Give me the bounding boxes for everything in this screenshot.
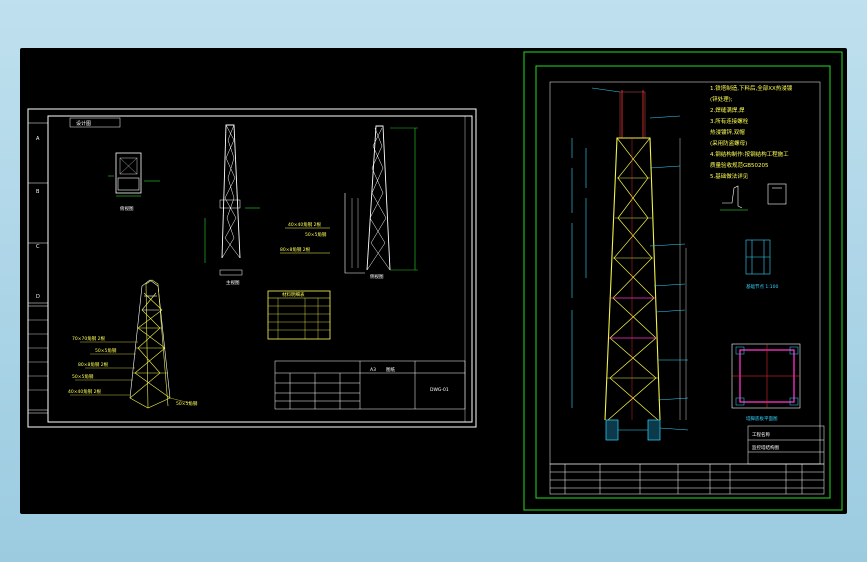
svg-text:B: B: [36, 189, 40, 195]
right-drawing-name: 监控塔结构图: [752, 444, 779, 451]
right-title-block: 工程名称 监控塔结构图: [549, 425, 825, 495]
callout-3d-5: 40×40角钢 2根: [68, 388, 102, 395]
materials-table: 材料明细表: [267, 290, 331, 340]
note-8: 质量验收规范GB50205: [710, 161, 769, 169]
side-view: 侧视图: [344, 125, 418, 280]
title-block-a: A3: [370, 367, 376, 373]
note-6: (采用防盗螺母): [710, 139, 747, 147]
note-3: 2.焊缝满焊,焊: [710, 106, 745, 114]
right-sheet: 1.铁塔制造,下料后,全部XX热浸镀 (锌处理); 2.焊缝满焊,焊 3.所有连…: [523, 51, 843, 511]
svg-text:D: D: [36, 294, 40, 300]
section-label: 基础节点 1:100: [746, 283, 779, 290]
revision-column: [27, 305, 49, 411]
callout-3d-6: 50×5角钢: [176, 400, 198, 407]
plan-label: 塔脚底板平面图: [746, 415, 778, 422]
callout-3d-1: 70×70角钢 2根: [72, 335, 106, 342]
cad-model-space[interactable]: A B C D 设计图 俯视图 主视图 侧视图 40×40角钢 2根 50×5角…: [20, 48, 847, 514]
top-view: 俯视图: [108, 152, 160, 212]
sheet-title-tag: 设计图: [76, 120, 91, 127]
callout-side-3: 80×8角钢 2根: [280, 246, 311, 253]
vertical-annotations: [571, 138, 587, 408]
front-view: 主视图: [204, 124, 260, 286]
note-2: (锌处理);: [710, 95, 733, 103]
callout-3d-2: 50×5角钢: [95, 347, 117, 354]
left-sheet: A B C D 设计图 俯视图 主视图 侧视图 40×40角钢 2根 50×5角…: [27, 108, 477, 428]
note-5: 热浸镀锌,双帽: [710, 128, 745, 136]
left-title-block: A3 图纸 DWG-01: [274, 360, 466, 410]
base-plate-plan: 塔脚底板平面图: [731, 343, 801, 422]
detail-plate: 基础节点 1:100: [720, 183, 787, 290]
svg-text:C: C: [36, 244, 40, 250]
tower-3d-view: [70, 279, 191, 409]
side-view-label: 侧视图: [370, 273, 384, 280]
materials-table-header: 材料明细表: [282, 291, 305, 298]
top-view-label: 俯视图: [120, 205, 134, 212]
front-view-label: 主视图: [226, 279, 240, 286]
title-block-b: 图纸: [386, 366, 395, 373]
tower-elevation: [604, 90, 687, 441]
general-notes: 1.铁塔制造,下料后,全部XX热浸镀 (锌处理); 2.焊缝满焊,焊 3.所有连…: [710, 84, 793, 180]
cad-drawing: A B C D 设计图 俯视图 主视图 侧视图 40×40角钢 2根 50×5角…: [27, 51, 843, 511]
title-block-drawing-no: DWG-01: [430, 387, 449, 393]
callout-3d-4: 50×5角钢: [72, 373, 94, 380]
callout-side-1: 40×40角钢 2根: [288, 221, 322, 228]
side-callouts: 40×40角钢 2根 50×5角钢 80×8角钢 2根: [280, 221, 330, 254]
note-1: 1.铁塔制造,下料后,全部XX热浸镀: [710, 84, 793, 92]
right-project-label: 工程名称: [752, 431, 770, 438]
note-4: 3.所有连接螺栓: [710, 117, 749, 125]
note-7: 4.钢结构制作:按钢结构工程施工: [710, 150, 789, 158]
svg-text:A: A: [36, 136, 40, 142]
callout-3d-3: 80×8角钢 2根: [78, 361, 109, 368]
note-9: 5.基础做法详见: [710, 172, 749, 180]
callout-side-2: 50×5角钢: [305, 231, 327, 238]
